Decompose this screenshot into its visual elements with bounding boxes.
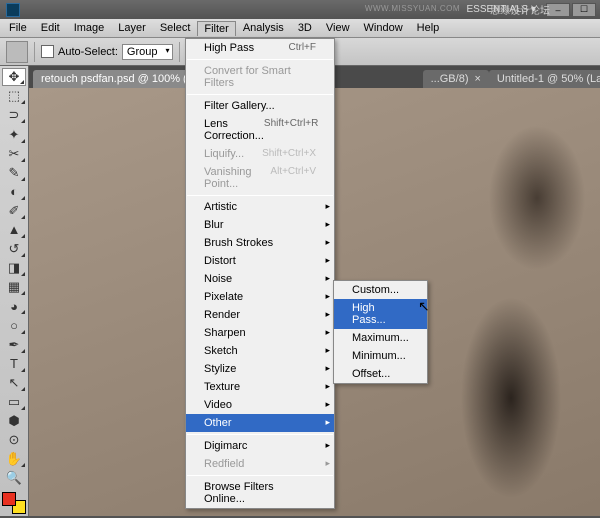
menu-analysis[interactable]: Analysis: [236, 20, 291, 36]
separator: [187, 195, 333, 196]
cursor-icon: ↖: [418, 298, 430, 315]
history-brush-tool[interactable]: ↺: [2, 240, 26, 258]
path-tool[interactable]: ↖: [2, 374, 26, 392]
menu-help[interactable]: Help: [410, 20, 447, 36]
title-bar: WWW.MISSYUAN.COM 思缘设计论坛 ESSENTIALS ▾ – ☐: [0, 0, 600, 19]
menu-redfield[interactable]: Redfield: [186, 455, 334, 473]
menu-distort[interactable]: Distort: [186, 252, 334, 270]
separator: [187, 475, 333, 476]
hand-tool[interactable]: ✋: [2, 450, 26, 468]
separator: [187, 94, 333, 95]
menu-filter-gallery[interactable]: Filter Gallery...: [186, 97, 334, 115]
menu-vanishing-point[interactable]: Vanishing Point...Alt+Ctrl+V: [186, 163, 334, 193]
menu-lens-correction[interactable]: Lens Correction...Shift+Ctrl+R: [186, 115, 334, 145]
menu-liquify[interactable]: Liquify...Shift+Ctrl+X: [186, 145, 334, 163]
separator: [34, 42, 35, 62]
type-tool[interactable]: T: [2, 355, 26, 373]
foreground-swatch[interactable]: [2, 492, 16, 506]
menu-minimum[interactable]: Minimum...: [334, 347, 427, 365]
menu-artistic[interactable]: Artistic: [186, 198, 334, 216]
menu-noise[interactable]: Noise: [186, 270, 334, 288]
tool-preset-icon[interactable]: [6, 41, 28, 63]
menu-brush-strokes[interactable]: Brush Strokes: [186, 234, 334, 252]
menu-custom[interactable]: Custom...: [334, 281, 427, 299]
3d-tool[interactable]: ⬢: [2, 412, 26, 430]
menu-stylize[interactable]: Stylize: [186, 360, 334, 378]
menu-bar: File Edit Image Layer Select Filter Anal…: [0, 19, 600, 38]
3d-camera-tool[interactable]: ⊙: [2, 431, 26, 449]
menu-last-filter[interactable]: High PassCtrl+F: [186, 39, 334, 57]
menu-other[interactable]: Other: [186, 414, 334, 432]
auto-select-dropdown[interactable]: Group: [122, 44, 173, 60]
maximize-button[interactable]: ☐: [572, 3, 596, 17]
dodge-tool[interactable]: ○: [2, 316, 26, 334]
blur-tool[interactable]: ◕: [2, 297, 26, 315]
menu-pixelate[interactable]: Pixelate: [186, 288, 334, 306]
menu-browse-filters[interactable]: Browse Filters Online...: [186, 478, 334, 508]
app-icon: [6, 3, 20, 17]
heal-tool[interactable]: ◐: [2, 183, 26, 201]
brush-tool[interactable]: ✐: [2, 202, 26, 220]
eraser-tool[interactable]: ◨: [2, 259, 26, 277]
watermark-url: WWW.MISSYUAN.COM: [365, 4, 460, 13]
menu-offset[interactable]: Offset...: [334, 365, 427, 383]
crop-tool[interactable]: ✂: [2, 145, 26, 163]
menu-render[interactable]: Render: [186, 306, 334, 324]
menu-layer[interactable]: Layer: [111, 20, 153, 36]
menu-file[interactable]: File: [2, 20, 34, 36]
separator: [179, 42, 180, 62]
menu-sketch[interactable]: Sketch: [186, 342, 334, 360]
menu-smart-filters[interactable]: Convert for Smart Filters: [186, 62, 334, 92]
menu-filter[interactable]: Filter: [197, 21, 235, 36]
wand-tool[interactable]: ✦: [2, 125, 26, 143]
move-tool[interactable]: ✥: [2, 68, 26, 86]
menu-image[interactable]: Image: [67, 20, 112, 36]
separator: [187, 434, 333, 435]
menu-window[interactable]: Window: [357, 20, 410, 36]
menu-texture[interactable]: Texture: [186, 378, 334, 396]
zoom-tool[interactable]: 🔍: [2, 469, 26, 487]
menu-edit[interactable]: Edit: [34, 20, 67, 36]
shape-tool[interactable]: ▭: [2, 393, 26, 411]
gradient-tool[interactable]: ▦: [2, 278, 26, 296]
document-tab[interactable]: ...GB/8)×: [423, 70, 489, 88]
stamp-tool[interactable]: ▲: [2, 221, 26, 239]
separator: [187, 59, 333, 60]
document-tab[interactable]: Untitled-1 @ 50% (Layer 2, RGB/8) *×: [489, 70, 600, 88]
menu-select[interactable]: Select: [153, 20, 198, 36]
lasso-tool[interactable]: ⊃: [2, 106, 26, 124]
toolbox: ✥ ⬚ ⊃ ✦ ✂ ✎ ◐ ✐ ▲ ↺ ◨ ▦ ◕ ○ ✒ T ↖ ▭ ⬢ ⊙ …: [0, 66, 29, 516]
menu-digimarc[interactable]: Digimarc: [186, 437, 334, 455]
auto-select-label: Auto-Select:: [58, 46, 118, 58]
menu-3d[interactable]: 3D: [291, 20, 319, 36]
other-submenu: Custom... High Pass... Maximum... Minimu…: [333, 280, 428, 384]
filter-menu-dropdown: High PassCtrl+F Convert for Smart Filter…: [185, 38, 335, 509]
menu-video[interactable]: Video: [186, 396, 334, 414]
close-icon[interactable]: ×: [474, 73, 480, 85]
pen-tool[interactable]: ✒: [2, 336, 26, 354]
watermark-text: 思缘设计论坛: [490, 2, 550, 17]
auto-select-checkbox[interactable]: [41, 45, 54, 58]
menu-blur[interactable]: Blur: [186, 216, 334, 234]
eyedropper-tool[interactable]: ✎: [2, 164, 26, 182]
menu-high-pass[interactable]: High Pass...: [334, 299, 427, 329]
menu-sharpen[interactable]: Sharpen: [186, 324, 334, 342]
menu-view[interactable]: View: [319, 20, 357, 36]
color-swatches[interactable]: [2, 492, 26, 514]
marquee-tool[interactable]: ⬚: [2, 87, 26, 105]
menu-maximum[interactable]: Maximum...: [334, 329, 427, 347]
